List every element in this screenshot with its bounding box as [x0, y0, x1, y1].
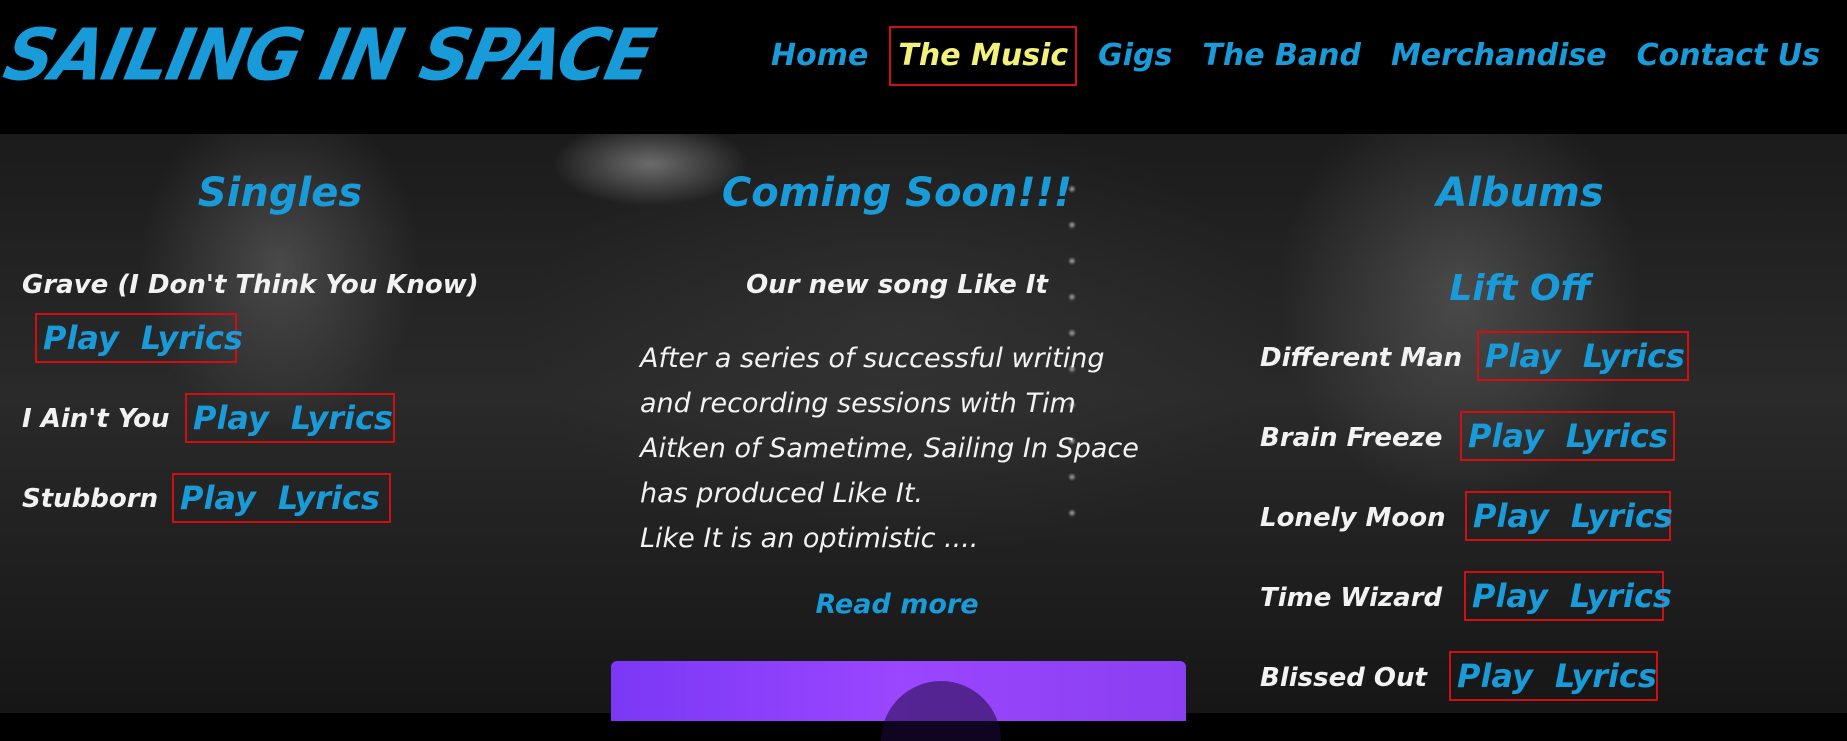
nav-the-band[interactable]: The Band [1193, 26, 1370, 86]
album-track-title: Brain Freeze [1260, 423, 1443, 453]
lyrics-link[interactable]: Lyrics [1566, 413, 1668, 459]
lyrics-link[interactable]: Lyrics [278, 475, 380, 521]
track-actions: Play Lyrics [1460, 411, 1675, 461]
album-track-title: Blissed Out [1260, 663, 1427, 693]
description-line: After a series of successful writing [640, 343, 1105, 374]
single-actions: Play Lyrics [185, 393, 395, 443]
play-link[interactable]: Play [1485, 333, 1561, 379]
description-line: and recording sessions with Tim [640, 388, 1076, 419]
albums-heading: Albums [1436, 170, 1604, 216]
play-link[interactable]: Play [1457, 653, 1533, 699]
read-more-link[interactable]: Read more [612, 589, 1182, 620]
coming-soon-subtitle: Our new song Like It [746, 270, 1048, 300]
play-link[interactable]: Play [1472, 573, 1548, 619]
singles-heading: Singles [197, 170, 363, 216]
nav-gigs[interactable]: Gigs [1089, 26, 1181, 86]
lyrics-link[interactable]: Lyrics [1583, 333, 1685, 379]
track-actions: Play Lyrics [1464, 571, 1672, 621]
play-link[interactable]: Play [193, 395, 269, 441]
description-line: Aitken of Sametime, Sailing In Space [640, 433, 1139, 464]
video-figure [881, 681, 1001, 741]
play-link[interactable]: Play [180, 475, 256, 521]
single-title: I Ain't You [22, 404, 170, 434]
single-title: Stubborn [22, 484, 159, 514]
lyrics-link[interactable]: Lyrics [1571, 493, 1673, 539]
main-nav: Home The Music Gigs The Band Merchandise… [756, 26, 1835, 86]
lyrics-link[interactable]: Lyrics [291, 395, 393, 441]
play-link[interactable]: Play [43, 315, 119, 361]
site-header: SAILING IN SPACE Home The Music Gigs The… [0, 0, 1847, 134]
play-link[interactable]: Play [1473, 493, 1549, 539]
album-track-title: Time Wizard [1260, 583, 1443, 613]
description-line: has produced Like It. [640, 478, 923, 509]
track-actions: Play Lyrics [1477, 331, 1689, 381]
single-title: Grave (I Don't Think You Know) [22, 270, 479, 300]
album-name: Lift Off [1449, 268, 1591, 309]
site-logo[interactable]: SAILING IN SPACE [0, 8, 661, 105]
nav-the-music[interactable]: The Music [889, 26, 1078, 86]
track-actions: Play Lyrics [1465, 491, 1673, 541]
lyrics-link[interactable]: Lyrics [1555, 653, 1657, 699]
nav-contact-us[interactable]: Contact Us [1628, 26, 1829, 86]
nav-merchandise[interactable]: Merchandise [1382, 26, 1616, 86]
single-actions: Play Lyrics [35, 313, 243, 363]
description-line: Like It is an optimistic .... [640, 523, 979, 554]
album-track-title: Lonely Moon [1260, 503, 1446, 533]
lyrics-link[interactable]: Lyrics [1570, 573, 1672, 619]
single-actions: Play Lyrics [172, 473, 391, 523]
coming-soon-heading: Coming Soon!!! [721, 170, 1073, 216]
coming-soon-description: After a series of successful writing and… [640, 336, 1200, 561]
track-actions: Play Lyrics [1449, 651, 1658, 701]
lyrics-link[interactable]: Lyrics [141, 315, 243, 361]
video-thumbnail[interactable] [611, 661, 1186, 741]
play-link[interactable]: Play [1468, 413, 1544, 459]
album-track-title: Different Man [1260, 343, 1463, 373]
nav-home[interactable]: Home [762, 26, 877, 86]
